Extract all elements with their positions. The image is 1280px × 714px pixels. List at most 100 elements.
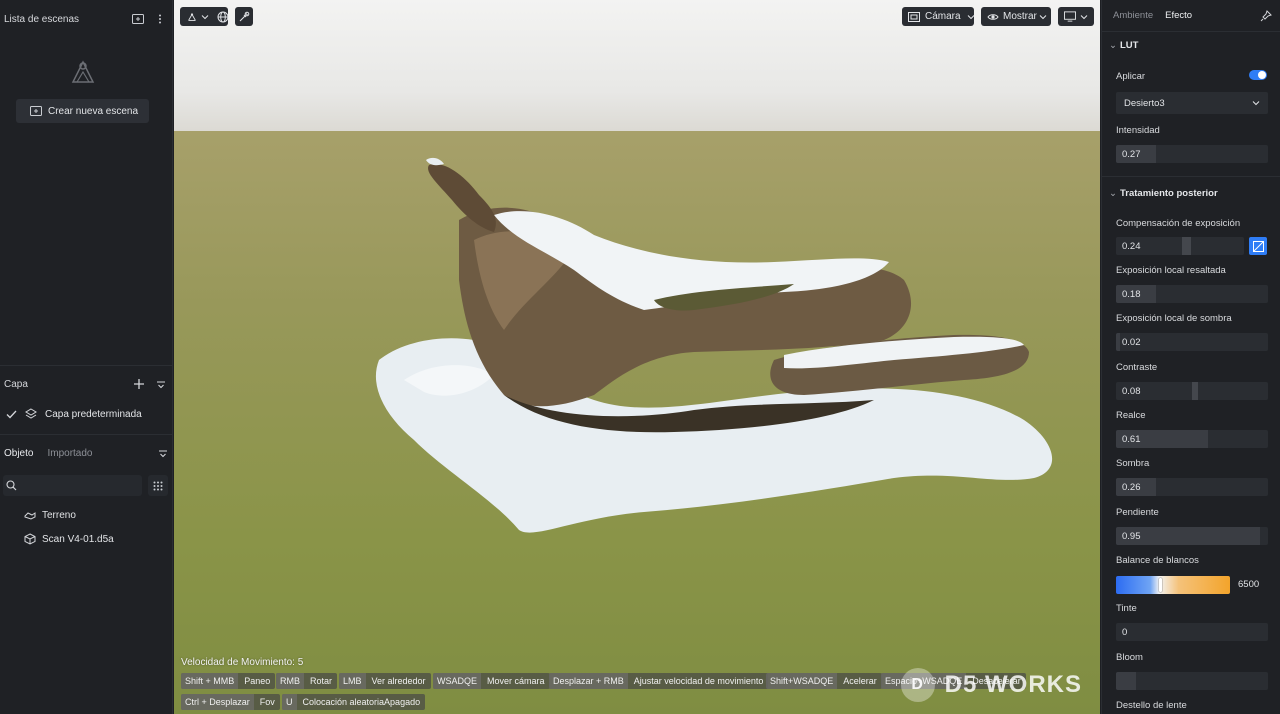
3d-viewport[interactable]: Cámara Mostrar Velocidad de Movimiento: … (174, 0, 1100, 714)
d5-logo-icon: D (900, 668, 935, 702)
hint-item: Shift+WSADQE Acelerar (766, 673, 882, 689)
scene-list-header: Lista de escenas (0, 8, 172, 30)
more-options-icon[interactable] (152, 11, 168, 27)
lens-flare-label: Destello de lente (1116, 700, 1187, 711)
eye-icon (987, 11, 999, 23)
watermark-text: D5 WORKS (944, 671, 1082, 698)
shadow-slider[interactable]: 0.26 (1116, 478, 1268, 496)
eyedropper-icon (238, 11, 250, 23)
add-layer-icon[interactable] (132, 377, 146, 391)
hint-item: U Colocación aleatoriaApagado (282, 694, 426, 710)
right-panel: Ambiente Efecto ⌄ LUT Aplicar Desierto3 … (1101, 0, 1280, 714)
chevron-down-icon (1079, 11, 1088, 23)
chevron-down-icon (967, 11, 975, 23)
terrain-icon (24, 509, 36, 521)
scene-add-icon (30, 106, 42, 116)
hint-item: WSADQE Mover cámara (433, 673, 550, 689)
shadow-label: Sombra (1116, 458, 1150, 469)
lut-title: LUT (1120, 40, 1139, 51)
highlight-slider[interactable]: 0.61 (1116, 430, 1268, 448)
intensity-value: 0.27 (1122, 148, 1141, 160)
auto-exposure-button[interactable] (1249, 237, 1267, 255)
intensity-slider[interactable]: 0.27 (1116, 145, 1268, 163)
tab-imported[interactable]: Importado (47, 448, 92, 459)
lut-preset-value: Desierto3 (1124, 97, 1165, 109)
post-processing-title: Tratamiento posterior (1120, 188, 1218, 199)
grid-icon (153, 481, 163, 491)
contrast-label: Contraste (1116, 362, 1158, 373)
lut-preset-select[interactable]: Desierto3 (1116, 92, 1268, 114)
tint-slider[interactable]: 0 (1116, 623, 1268, 641)
hint-item: LMB Ver alrededor (339, 673, 431, 689)
camera-button[interactable]: Cámara (902, 7, 974, 26)
contrast-value: 0.08 (1122, 385, 1141, 397)
apply-label: Aplicar (1116, 71, 1146, 82)
d5-works-watermark: D D5 WORKS (900, 668, 1082, 702)
white-balance-handle[interactable] (1159, 578, 1162, 592)
object-item-scan[interactable]: Scan V4-01.d5a (24, 531, 114, 547)
tab-ambiente[interactable]: Ambiente (1113, 10, 1153, 21)
object-filter-icon[interactable] (158, 448, 168, 458)
apply-toggle[interactable] (1249, 70, 1267, 80)
highlight-value: 0.61 (1122, 433, 1141, 445)
show-label: Mostrar (1003, 11, 1037, 22)
globe-icon[interactable] (217, 11, 229, 23)
highlight-label: Realce (1116, 410, 1146, 421)
scene-list-title: Lista de escenas (4, 13, 80, 25)
add-scene-icon[interactable] (130, 11, 146, 27)
empty-scene-logo-icon (68, 56, 98, 86)
shadow-value: 0.26 (1122, 481, 1141, 493)
chevron-down-icon: ⌄ (1109, 188, 1117, 199)
bloom-slider[interactable] (1116, 672, 1268, 690)
exposure-icon (1252, 240, 1264, 252)
slope-label: Pendiente (1116, 507, 1159, 518)
divider (1102, 176, 1280, 177)
divider (0, 365, 172, 366)
tab-object[interactable]: Objeto (4, 448, 33, 459)
chevron-down-icon (201, 11, 209, 23)
hint-item: Desplazar + RMB Ajustar velocidad de movi… (549, 673, 769, 689)
local-shadow-value: 0.02 (1122, 336, 1141, 348)
show-button[interactable]: Mostrar (981, 7, 1051, 26)
tint-label: Tinte (1116, 603, 1137, 614)
contrast-slider[interactable]: 0.08 (1116, 382, 1268, 400)
camera-label: Cámara (925, 11, 961, 22)
create-new-scene-label: Crear nueva escena (48, 105, 139, 117)
app-window: Lista de escenas Crear nueva escena Capa (0, 0, 1280, 714)
eyedropper-button[interactable] (235, 7, 253, 26)
hint-item: Ctrl + Desplazar Fov (181, 694, 280, 710)
object-search-input[interactable] (3, 475, 142, 496)
display-mode-button[interactable] (1058, 7, 1094, 26)
check-icon (5, 408, 17, 420)
layer-filter-icon[interactable] (154, 377, 168, 391)
object-label: Scan V4-01.d5a (42, 533, 114, 545)
local-highlight-value: 0.18 (1122, 288, 1141, 300)
white-balance-slider[interactable] (1116, 576, 1230, 594)
object-item-terrain[interactable]: Terreno (24, 507, 76, 523)
create-new-scene-button[interactable]: Crear nueva escena (16, 99, 149, 123)
pin-icon[interactable] (1260, 10, 1272, 22)
white-balance-value[interactable]: 6500 (1238, 579, 1259, 590)
tab-efecto[interactable]: Efecto (1165, 10, 1192, 21)
hint-item: Shift + MMB Paneo (181, 673, 276, 689)
local-highlight-slider[interactable]: 0.18 (1116, 285, 1268, 303)
object-tabs: Objeto Importado (0, 443, 172, 463)
right-tabs: Ambiente Efecto (1102, 0, 1280, 32)
camera-frame-icon (908, 11, 920, 23)
post-processing-header[interactable]: ⌄ Tratamiento posterior (1109, 188, 1218, 199)
transform-tool-button[interactable] (180, 7, 229, 26)
chevron-down-icon (1252, 100, 1260, 106)
scanned-log-model[interactable] (174, 0, 1100, 714)
exposure-slider[interactable]: 0.24 (1116, 237, 1244, 255)
cube-icon (24, 533, 36, 545)
default-layer-label: Capa predeterminada (45, 408, 142, 420)
lut-section-header[interactable]: ⌄ LUT (1109, 40, 1138, 51)
intensity-label: Intensidad (1116, 125, 1160, 136)
grid-view-button[interactable] (148, 475, 168, 496)
exposure-value: 0.24 (1122, 240, 1141, 252)
default-layer-item[interactable]: Capa predeterminada (0, 404, 172, 424)
slope-slider[interactable]: 0.95 (1116, 527, 1268, 545)
local-shadow-slider[interactable]: 0.02 (1116, 333, 1268, 351)
monitor-icon (1064, 11, 1076, 23)
layer-title: Capa (4, 378, 28, 390)
